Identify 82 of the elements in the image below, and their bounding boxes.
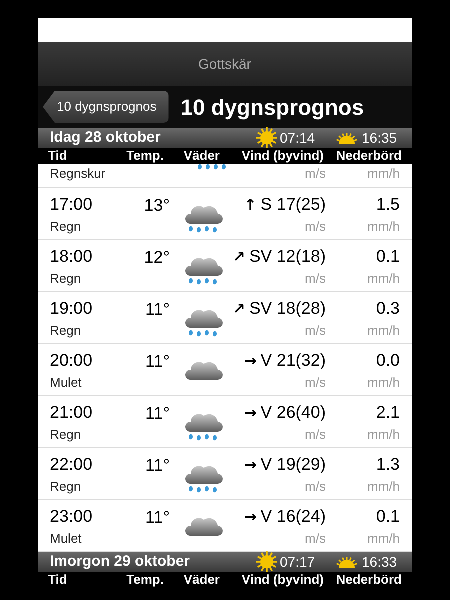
- hour-time: 22:00: [50, 455, 94, 475]
- wind-unit: m/s: [305, 322, 326, 340]
- column-label: Vind (byvind): [240, 572, 324, 588]
- hour-time: 20:00: [50, 351, 94, 371]
- weather-description: Regn: [50, 322, 82, 340]
- wind-unit: m/s: [305, 270, 326, 288]
- day-date: Idag 28 oktober: [50, 128, 162, 148]
- column-label: Temp.: [126, 572, 164, 588]
- precipitation-unit: mm/h: [368, 426, 400, 444]
- precipitation-unit: mm/h: [368, 218, 400, 236]
- weather-description: Regn: [50, 426, 82, 444]
- sunset-time: 16:35: [362, 128, 398, 148]
- wind-speed: V 21(32): [260, 351, 326, 371]
- wind-speed: SV 18(28): [249, 299, 326, 319]
- sunset-icon: [336, 132, 358, 144]
- temperature: 11°: [146, 456, 170, 475]
- sunrise-time: 07:17: [280, 552, 316, 572]
- precipitation: 0.0: [376, 351, 400, 371]
- hour-time: 23:00: [50, 507, 94, 527]
- page-title: 10 dygnsprognos: [180, 94, 364, 122]
- wind-speed: V 19(29): [260, 455, 326, 475]
- temperature: 11°: [146, 352, 170, 371]
- day-date: Imorgon 29 oktober: [50, 552, 192, 572]
- wind-arrow: ↗: [232, 247, 246, 267]
- wind-unit: m/s: [305, 374, 326, 392]
- temperature: 13°: [144, 196, 170, 215]
- weather-description: Mulet: [50, 530, 83, 548]
- sunset-icon: [336, 556, 358, 568]
- weather-description: Regn: [50, 270, 82, 288]
- precipitation: 1.5: [376, 195, 400, 215]
- wind-unit: m/s: [305, 426, 326, 444]
- column-label: Vind (byvind): [240, 148, 324, 164]
- hour-time: 19:00: [50, 299, 94, 319]
- column-label: Tid: [48, 572, 68, 588]
- temperature: 12°: [144, 248, 170, 267]
- precipitation: 1.3: [376, 455, 400, 475]
- wind-arrow: ↑: [244, 195, 257, 215]
- temperature: 11°: [146, 508, 170, 527]
- weather-description: Regn: [50, 478, 82, 496]
- wind-unit: m/s: [304, 164, 326, 182]
- precipitation-unit: mm/h: [368, 530, 400, 548]
- temperature: 11°: [146, 300, 170, 319]
- wind-arrow: ↗: [232, 299, 246, 319]
- wind-arrow: →: [244, 403, 257, 423]
- sun-icon: [256, 551, 278, 573]
- wind-unit: m/s: [305, 530, 326, 548]
- wind-arrow: →: [244, 507, 257, 527]
- hour-time: 21:00: [50, 403, 94, 423]
- location-title: Gottskär: [198, 54, 252, 74]
- wind-unit: m/s: [305, 478, 326, 496]
- column-label: Temp.: [126, 148, 164, 164]
- wind-unit: m/s: [305, 218, 326, 236]
- sunrise-time: 07:14: [280, 128, 316, 148]
- precipitation: 0.3: [376, 299, 400, 319]
- precipitation-unit: mm/h: [366, 164, 400, 182]
- hour-time: 17:00: [50, 195, 94, 215]
- weather-description: Mulet: [50, 374, 83, 392]
- temperature: 11°: [146, 404, 170, 423]
- weather-description: Regnskur: [50, 164, 107, 183]
- sunset-time: 16:33: [362, 552, 398, 572]
- sun-icon: [256, 127, 278, 149]
- column-label: Tid: [48, 148, 68, 164]
- precipitation-unit: mm/h: [368, 322, 400, 340]
- precipitation-unit: mm/h: [368, 478, 400, 496]
- wind-speed: V 16(24): [260, 507, 326, 527]
- wind-speed: V 26(40): [260, 403, 326, 423]
- precipitation-unit: mm/h: [368, 270, 400, 288]
- column-label: Väder: [182, 148, 220, 164]
- column-label: Väder: [182, 572, 220, 588]
- weather-description: Regn: [50, 218, 82, 236]
- wind-arrow: →: [244, 455, 257, 475]
- column-label: Nederbörd: [335, 148, 402, 164]
- column-label: Nederbörd: [335, 572, 402, 588]
- precipitation: 0.1: [376, 507, 400, 527]
- hour-time: 18:00: [50, 247, 94, 267]
- wind-speed: S 17(25): [260, 195, 326, 215]
- wind-speed: SV 12(18): [249, 247, 326, 267]
- wind-arrow: →: [244, 351, 257, 371]
- back-button[interactable]: 10 dygnsprognos: [43, 91, 169, 123]
- precipitation-unit: mm/h: [368, 374, 400, 392]
- precipitation: 2.1: [376, 403, 400, 423]
- precipitation: 0.1: [376, 247, 400, 267]
